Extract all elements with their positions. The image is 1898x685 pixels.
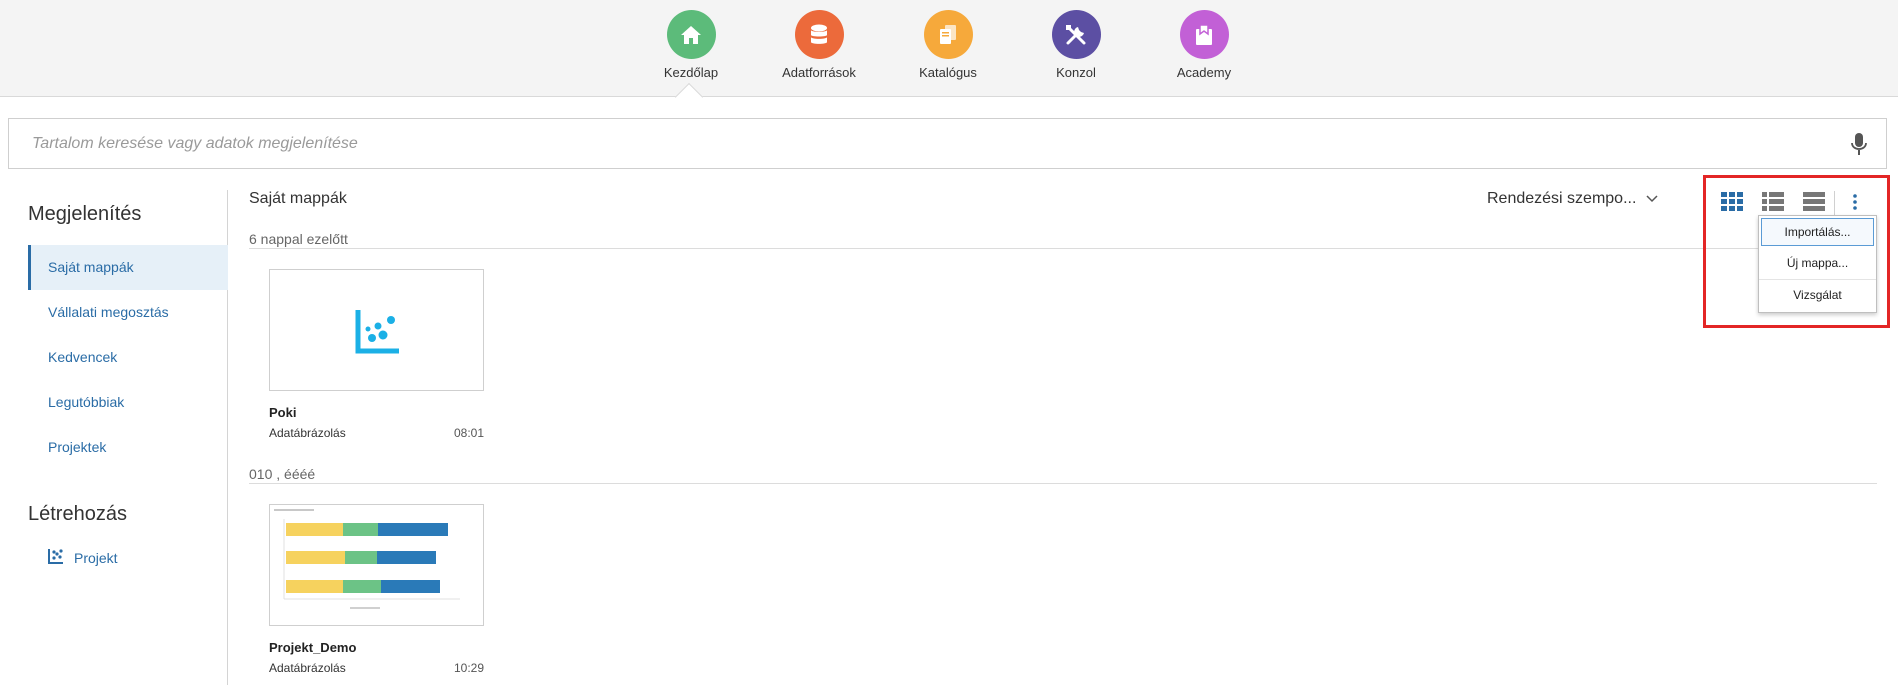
database-icon [794, 10, 844, 59]
active-nav-pointer [674, 82, 704, 112]
project-card-poki[interactable]: Poki Adatábrázolás 08:01 [269, 269, 484, 440]
sort-dropdown[interactable]: Rendezési szempo... [1487, 190, 1658, 208]
sidebar: Megjelenítés Saját mappák Vállalati mego… [0, 190, 228, 685]
sidebar-item-favorites[interactable]: Kedvencek [28, 335, 228, 380]
card-meta: Adatábrázolás 10:29 [269, 661, 484, 675]
create-project-label: Projekt [74, 549, 118, 566]
nav-academy-label: Academy [1176, 65, 1232, 80]
nav-datasources[interactable]: Adatforrások [764, 10, 874, 80]
catalog-icon [923, 10, 973, 59]
group-divider [249, 248, 1877, 249]
nav-academy[interactable]: Academy [1149, 10, 1259, 80]
project-card-projekt-demo[interactable]: Projekt_Demo Adatábrázolás 10:29 [269, 504, 484, 675]
sidebar-item-my-folders[interactable]: Saját mappák [28, 245, 228, 290]
scatter-chart-icon [355, 308, 401, 359]
nav-catalog-label: Katalógus [919, 65, 977, 80]
group-heading: 010 , éééé [249, 466, 316, 482]
microphone-icon[interactable] [1850, 132, 1868, 156]
card-meta: Adatábrázolás 08:01 [269, 426, 484, 440]
card-type: Adatábrázolás [269, 426, 346, 440]
create-project-link[interactable]: Projekt [48, 548, 118, 567]
card-name: Projekt_Demo [269, 640, 357, 655]
page-title: Saját mappák [249, 190, 347, 207]
nav-catalog[interactable]: Katalógus [893, 10, 1003, 80]
highlight-box [1703, 175, 1890, 328]
search-bar [8, 118, 1887, 169]
top-navigation: Kezdőlap Adatforrások Katalógus Konzol A… [0, 0, 1898, 112]
scatter-chart-icon [48, 548, 74, 567]
card-type: Adatábrázolás [269, 661, 346, 675]
card-name: Poki [269, 405, 297, 420]
group-divider [249, 483, 1877, 484]
sidebar-item-company-shared[interactable]: Vállalati megosztás [28, 290, 228, 335]
bar-chart-thumbnail [274, 509, 460, 609]
academy-icon [1179, 10, 1229, 59]
nav-home-label: Kezdőlap [663, 65, 719, 80]
nav-console-label: Konzol [1056, 65, 1096, 80]
group-heading: 6 nappal ezelőtt [249, 231, 348, 247]
chevron-down-icon [1636, 190, 1658, 208]
sidebar-item-recent[interactable]: Legutóbbiak [28, 380, 228, 425]
create-heading: Létrehozás [28, 503, 127, 525]
sort-label: Rendezési szempo... [1487, 190, 1637, 207]
tools-icon [1051, 10, 1101, 59]
nav-console[interactable]: Konzol [1021, 10, 1131, 80]
sidebar-item-projects[interactable]: Projektek [28, 425, 228, 470]
nav-datasources-label: Adatforrások [782, 65, 856, 80]
card-thumbnail [269, 504, 484, 626]
search-input[interactable] [32, 119, 1812, 168]
home-icon [666, 10, 716, 59]
card-time: 10:29 [453, 661, 484, 675]
card-thumbnail [269, 269, 484, 391]
display-heading: Megjelenítés [28, 203, 142, 225]
card-time: 08:01 [453, 426, 484, 440]
nav-home[interactable]: Kezdőlap [636, 10, 746, 80]
